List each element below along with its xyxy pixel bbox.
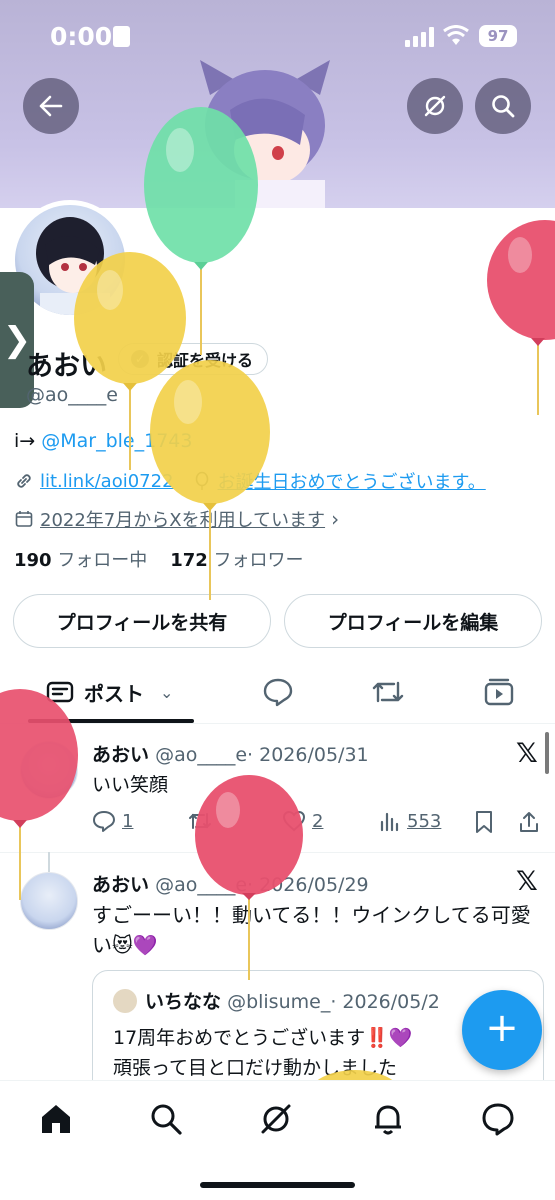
back-button[interactable] (23, 78, 79, 134)
media-tab-icon[interactable] (483, 677, 515, 707)
battery-indicator: 97 (479, 25, 517, 47)
quoted-author-name: いちなな (145, 991, 222, 1013)
balloon-red (487, 220, 555, 415)
x-logo-icon: 𝕏 (516, 738, 538, 769)
post-header: あおい @ao____e· 2026/05/31 (92, 740, 369, 767)
grok-icon[interactable] (258, 1101, 294, 1137)
back-arrow-icon (39, 95, 63, 117)
replies-tab-icon[interactable] (262, 677, 294, 707)
post-date[interactable]: · 2026/05/31 (247, 744, 369, 766)
share-icon[interactable] (518, 810, 540, 834)
following-label[interactable]: フォロー中 (57, 550, 147, 571)
profile-display-name: あおい (26, 351, 107, 382)
quoted-post-avatar (113, 989, 137, 1013)
views-button[interactable]: 553 (379, 810, 441, 832)
profile-meta-links: lit.link/aoi0722 お誕生日おめでとうございます。 (14, 468, 486, 494)
calendar-icon (15, 511, 33, 527)
reply-button[interactable]: 1 (92, 810, 133, 832)
search-icon (492, 95, 515, 118)
like-icon (282, 810, 306, 832)
post-actions: 1 2 553 (92, 810, 542, 834)
profile-handle: @ao____e (26, 384, 118, 406)
chevron-down-icon: ⌄ (160, 683, 174, 702)
post-text: すごーーい！！動いてる！！ウインクしてる可愛い😻💜 (92, 903, 531, 957)
tab-posts-label: ポスト (84, 682, 144, 706)
grok-icon (424, 95, 446, 117)
followers-label[interactable]: フォロワー (214, 550, 304, 571)
compose-icon: + (485, 1005, 519, 1051)
link-icon (17, 474, 31, 488)
reply-count: 1 (122, 810, 134, 832)
messages-icon[interactable] (480, 1101, 516, 1137)
status-time: 0:00 (50, 22, 113, 51)
share-profile-button[interactable]: プロフィールを共有 (13, 594, 271, 648)
bio-mention-link[interactable]: @Mar_ble_1743 (41, 430, 192, 452)
post-date[interactable]: · 2026/05/29 (247, 874, 369, 896)
search-button[interactable] (475, 78, 531, 134)
id-card-icon (113, 26, 130, 47)
notifications-icon[interactable] (370, 1101, 406, 1137)
wifi-icon (443, 25, 469, 45)
like-count: 2 (312, 810, 324, 832)
follow-counts: 190 フォロー中 172 フォロワー (14, 546, 304, 572)
quoted-post-date: · 2026/05/2 (330, 991, 440, 1013)
post-author-name[interactable]: あおい (92, 744, 149, 766)
birthday-balloon-icon (195, 471, 208, 490)
x-logo-icon: 𝕏 (516, 866, 538, 897)
repost-button[interactable] (187, 810, 213, 832)
quoted-post-text: 17周年おめでとうございます‼️💜 頑張って目と口だけ動かしました (113, 1023, 413, 1083)
active-tab-indicator (28, 719, 194, 723)
post-divider (0, 852, 555, 853)
get-verified-label: 認証を受ける (157, 351, 254, 370)
post-avatar[interactable] (20, 872, 78, 930)
home-indicator (200, 1182, 355, 1188)
thread-line (48, 852, 50, 872)
joined-date-text[interactable]: 2022年7月からXを利用しています (40, 506, 325, 532)
post-text: いい笑顔 (92, 774, 169, 796)
search-icon[interactable] (148, 1101, 184, 1137)
post-avatar[interactable] (20, 741, 78, 799)
quoted-post-header: いちなな @blisume_· 2026/05/2 (145, 987, 440, 1014)
home-icon[interactable] (38, 1101, 74, 1137)
grok-button[interactable] (407, 78, 463, 134)
post-author-name[interactable]: あおい (92, 874, 149, 896)
post-header: あおい @ao____e· 2026/05/29 (92, 870, 369, 897)
website-link[interactable]: lit.link/aoi0722 (40, 471, 174, 492)
post-author-handle[interactable]: @ao____e (155, 744, 247, 766)
verified-check-icon: ✓ (131, 350, 149, 368)
quoted-author-handle: @blisume_ (227, 991, 331, 1013)
scrollbar[interactable] (545, 732, 549, 774)
get-verified-button[interactable]: ✓ 認証を受ける (118, 343, 269, 375)
tab-posts[interactable]: ポスト ⌄ (46, 678, 173, 707)
repost-icon (189, 813, 211, 829)
followers-count[interactable]: 172 (170, 550, 208, 571)
compose-button[interactable]: + (462, 990, 542, 1070)
reply-icon (93, 811, 115, 832)
views-count: 553 (407, 810, 442, 832)
banner-character-art (200, 60, 330, 208)
like-button[interactable]: 2 (282, 810, 323, 832)
bio-prefix: i→ (14, 430, 42, 452)
joined-date-row[interactable]: 2022年7月からXを利用しています › (14, 506, 339, 532)
quoted-text-line: 17周年おめでとうございます‼️💜 (113, 1027, 413, 1049)
following-count[interactable]: 190 (14, 550, 52, 571)
birthday-text[interactable]: お誕生日おめでとうございます。 (218, 468, 486, 494)
cellular-signal-icon (405, 27, 434, 47)
reposts-tab-icon[interactable] (370, 677, 406, 707)
post-author-handle[interactable]: @ao____e (155, 874, 247, 896)
profile-bio: i→ @Mar_ble_1743 (14, 430, 192, 452)
quoted-text-line: 頑張って目と口だけ動かしました (113, 1057, 398, 1079)
edit-profile-button[interactable]: プロフィールを編集 (284, 594, 542, 648)
views-icon (380, 812, 399, 832)
posts-tab-icon (46, 681, 74, 702)
chevron-right-icon: › (331, 507, 340, 531)
bookmark-icon[interactable] (474, 810, 494, 834)
